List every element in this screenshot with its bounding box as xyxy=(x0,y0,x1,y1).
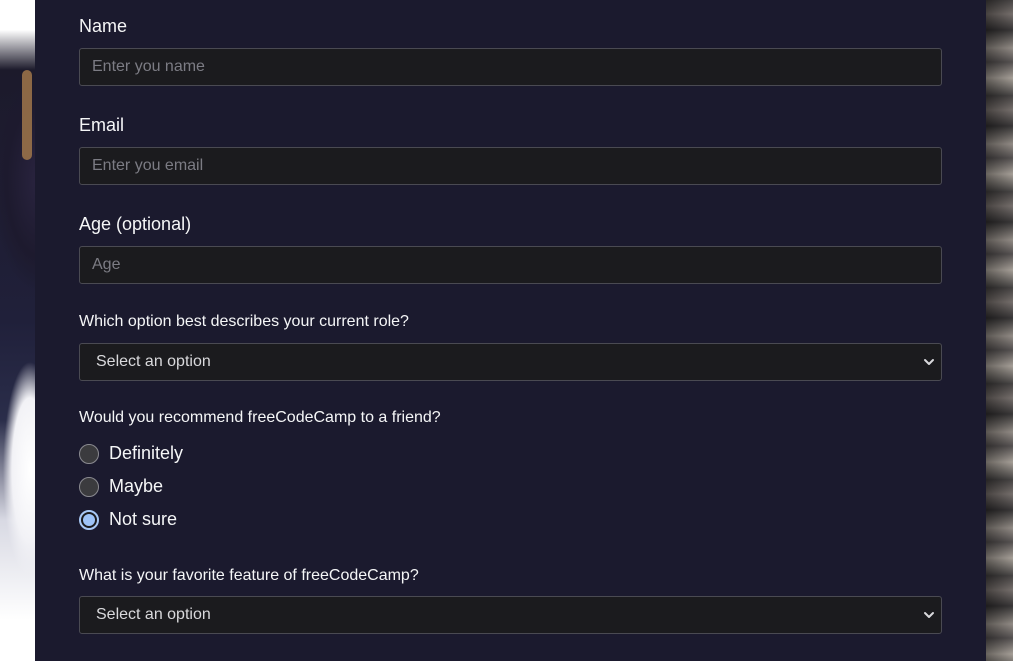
favorite-select-value: Select an option xyxy=(96,606,211,623)
background-photo-detail xyxy=(22,70,32,160)
background-photo-left xyxy=(0,0,35,661)
age-input[interactable] xyxy=(79,246,942,284)
radio-option-maybe[interactable]: Maybe xyxy=(79,470,942,503)
name-label: Name xyxy=(79,16,128,36)
age-label: Age (optional) xyxy=(79,214,192,234)
favorite-select[interactable]: Select an option xyxy=(79,596,942,634)
role-select-value: Select an option xyxy=(96,353,211,370)
favorite-question-label: What is your favorite feature of freeCod… xyxy=(79,567,419,584)
radio-button[interactable] xyxy=(79,476,99,497)
survey-form: Name Email Age (optional) Which option b… xyxy=(35,0,986,661)
role-question-label: Which option best describes your current… xyxy=(79,313,409,330)
role-field-group: Which option best describes your current… xyxy=(79,312,942,381)
name-field-group: Name xyxy=(79,15,942,86)
radio-option-not-sure[interactable]: Not sure xyxy=(79,503,942,536)
email-field-group: Email xyxy=(79,114,942,185)
email-input[interactable] xyxy=(79,147,942,185)
radio-label: Definitely xyxy=(109,443,184,463)
chevron-down-icon xyxy=(924,612,934,618)
name-input[interactable] xyxy=(79,48,942,86)
radio-button[interactable] xyxy=(79,443,99,464)
background-photo-right xyxy=(986,0,1013,661)
recommend-field-group: Would you recommend freeCodeCamp to a fr… xyxy=(79,408,942,536)
radio-label: Maybe xyxy=(109,476,164,496)
role-select[interactable]: Select an option xyxy=(79,343,942,381)
radio-checked-icon[interactable] xyxy=(79,509,99,530)
radio-label: Not sure xyxy=(109,509,178,529)
radio-option-definitely[interactable]: Definitely xyxy=(79,437,942,470)
age-field-group: Age (optional) xyxy=(79,213,942,284)
email-label: Email xyxy=(79,115,125,135)
chevron-down-icon xyxy=(924,359,934,365)
page: Name Email Age (optional) Which option b… xyxy=(0,0,1013,661)
favorite-field-group: What is your favorite feature of freeCod… xyxy=(79,566,942,634)
recommend-question-label: Would you recommend freeCodeCamp to a fr… xyxy=(79,409,441,426)
